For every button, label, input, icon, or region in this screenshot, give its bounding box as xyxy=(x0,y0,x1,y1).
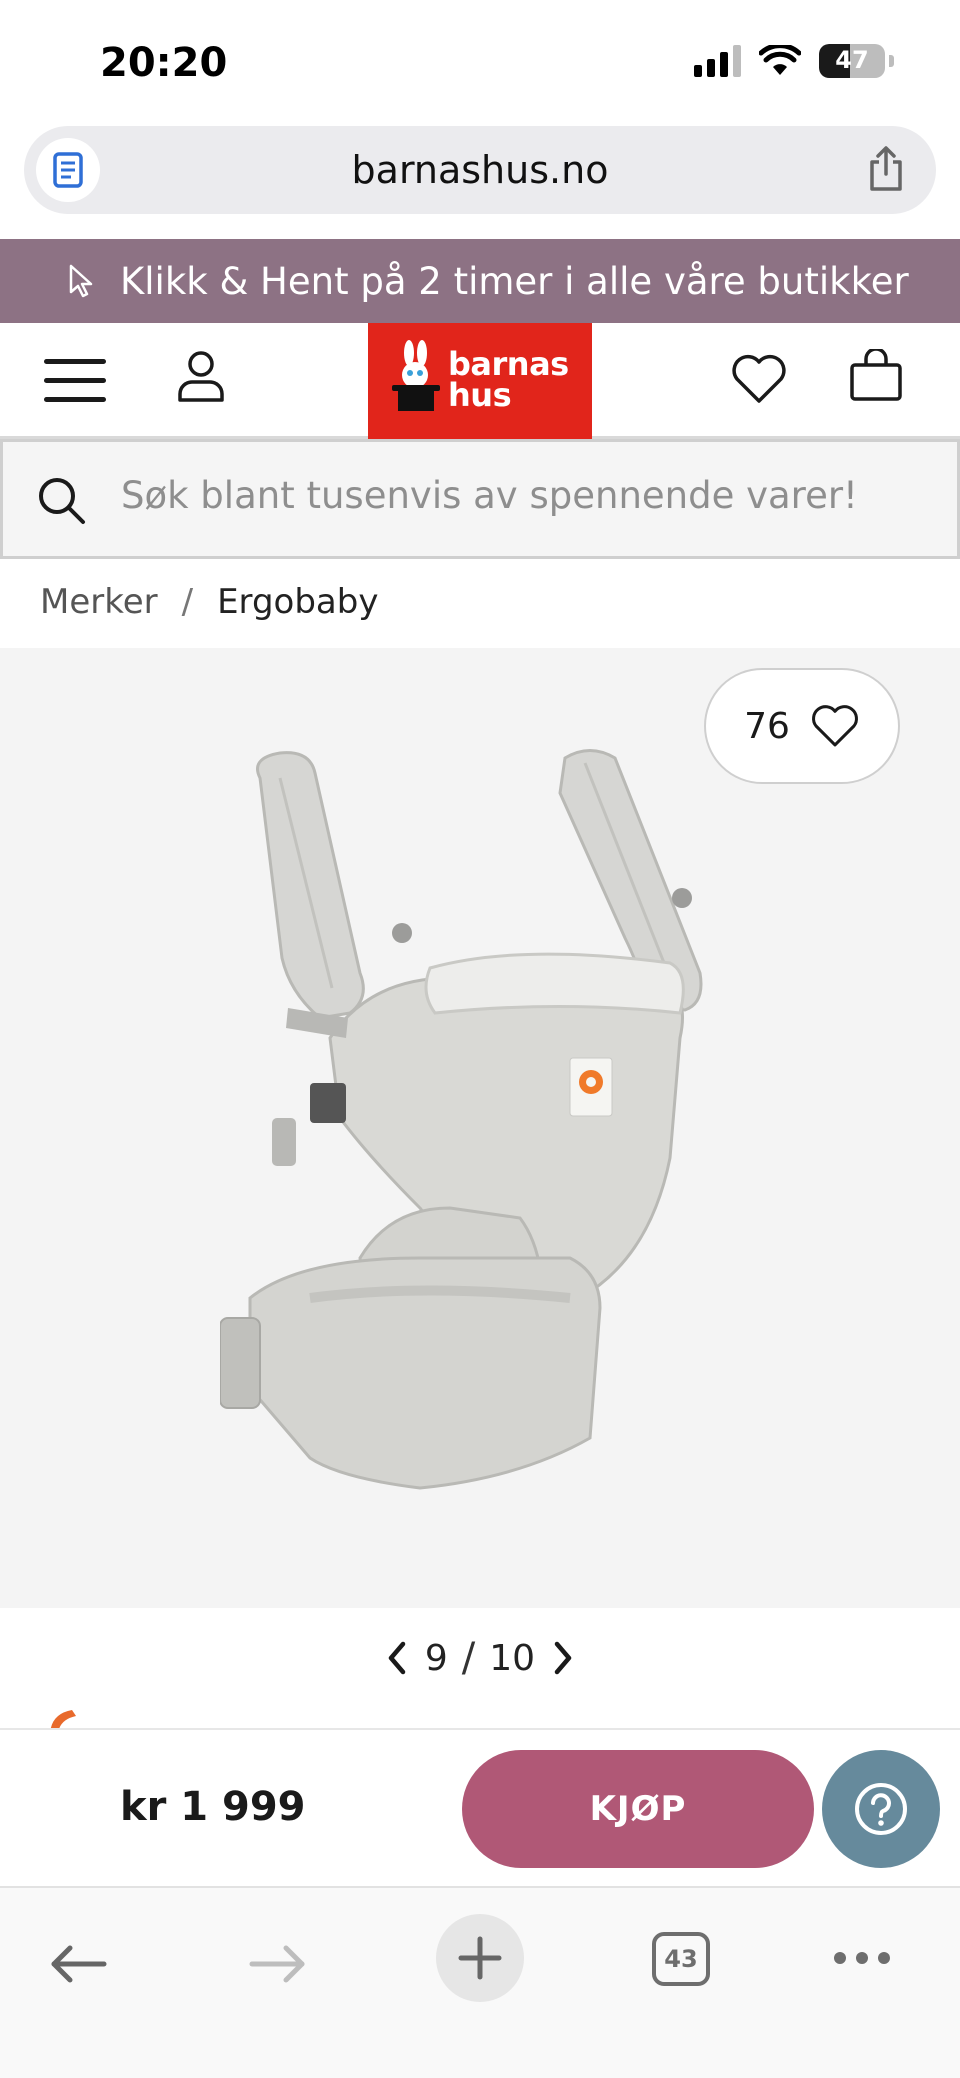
address-bar[interactable]: barnashus.no xyxy=(24,126,936,214)
more-dot xyxy=(834,1952,846,1964)
user-icon xyxy=(178,351,224,402)
account-button[interactable] xyxy=(176,349,226,407)
forward-button[interactable] xyxy=(248,1944,308,1988)
pager-current: 9 xyxy=(424,1637,448,1679)
battery-icon: 47 xyxy=(819,44,885,78)
tabs-button[interactable]: 43 xyxy=(652,1932,710,1986)
promo-banner[interactable]: Klikk & Hent på 2 timer i alle våre buti… xyxy=(0,239,960,323)
menu-button[interactable] xyxy=(44,355,108,407)
buy-button[interactable]: KJØP xyxy=(462,1750,814,1868)
promo-text: Klikk & Hent på 2 timer i alle våre buti… xyxy=(120,259,909,303)
search-bar[interactable]: Søk blant tusenvis av spennende varer! xyxy=(0,439,960,559)
cellular-signal-icon xyxy=(694,45,741,77)
chevron-right-icon xyxy=(554,1641,572,1675)
help-button[interactable] xyxy=(822,1750,940,1868)
status-icons: 47 xyxy=(694,44,894,78)
next-image-button[interactable] xyxy=(549,1638,577,1678)
logo-text: barnas hus xyxy=(448,348,569,414)
heart-icon xyxy=(811,705,858,747)
back-button[interactable] xyxy=(48,1944,108,1988)
heart-icon xyxy=(732,354,786,403)
rabbit-hat-icon xyxy=(392,340,440,411)
share-icon xyxy=(870,146,902,191)
more-dot xyxy=(856,1952,868,1964)
favorite-count: 76 xyxy=(744,705,790,747)
share-button[interactable] xyxy=(866,146,906,196)
browser-toolbar: 43 xyxy=(0,1886,960,2078)
pager-separator: / xyxy=(461,1635,476,1681)
breadcrumb-separator: / xyxy=(181,582,194,622)
site-header: barnas hus xyxy=(0,323,960,439)
product-price: kr 1 999 xyxy=(120,1784,306,1830)
brand-logo-partial xyxy=(46,1706,80,1728)
arrow-left-icon xyxy=(51,1945,107,1983)
plus-icon xyxy=(458,1936,502,1980)
url-text[interactable]: barnashus.no xyxy=(24,148,936,192)
logo-line2: hus xyxy=(448,376,512,414)
pager-total: 10 xyxy=(489,1637,536,1679)
wifi-icon xyxy=(759,45,801,75)
status-time: 20:20 xyxy=(100,40,228,86)
chevron-left-icon xyxy=(388,1641,406,1675)
cursor-click-icon xyxy=(69,264,93,298)
question-icon xyxy=(855,1783,907,1835)
status-bar: 20:20 47 xyxy=(0,0,960,120)
wishlist-button[interactable] xyxy=(730,353,788,409)
prev-image-button[interactable] xyxy=(383,1638,411,1678)
image-pager: 9 / 10 xyxy=(0,1630,960,1686)
site-logo[interactable]: barnas hus xyxy=(368,323,592,439)
battery-level: 47 xyxy=(835,46,869,74)
more-dot xyxy=(878,1952,890,1964)
battery-tip xyxy=(889,55,894,67)
arrow-right-icon xyxy=(249,1945,305,1983)
more-menu-button[interactable] xyxy=(834,1952,890,1964)
product-image xyxy=(220,749,703,1490)
buy-bar: kr 1 999 KJØP xyxy=(0,1728,960,1886)
breadcrumb: Merker / Ergobaby xyxy=(40,582,378,622)
product-gallery[interactable]: 76 xyxy=(0,648,960,1608)
shopping-bag-icon xyxy=(850,347,902,401)
search-input[interactable]: Søk blant tusenvis av spennende varer! xyxy=(121,474,941,517)
new-tab-button[interactable] xyxy=(436,1914,524,2002)
breadcrumb-link-merker[interactable]: Merker xyxy=(40,582,158,622)
brand-mark-icon xyxy=(50,1710,76,1728)
search-icon xyxy=(39,478,85,524)
breadcrumb-current[interactable]: Ergobaby xyxy=(217,582,378,622)
cart-button[interactable] xyxy=(848,347,904,407)
